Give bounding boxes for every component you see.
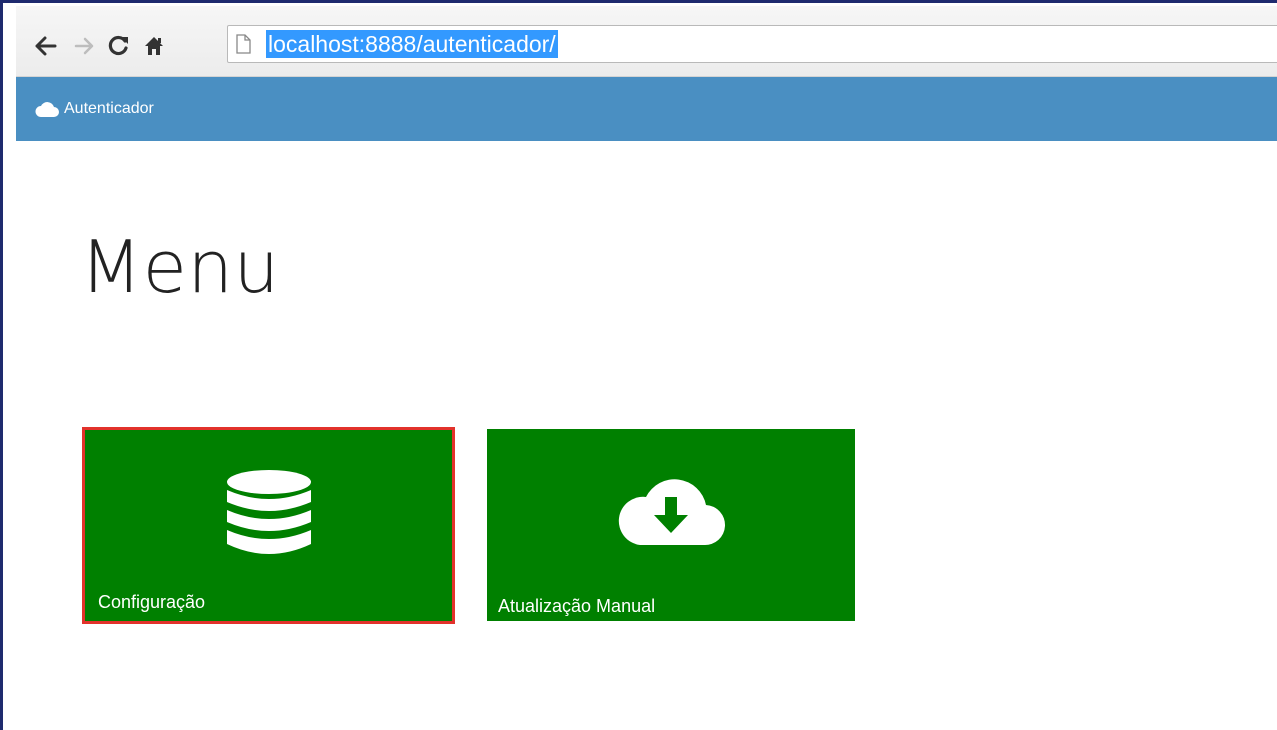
app-navbar: Autenticador: [16, 77, 1277, 141]
arrow-left-icon: [35, 36, 57, 56]
home-button[interactable]: [140, 32, 168, 60]
home-icon: [145, 37, 163, 55]
forward-button[interactable]: [70, 32, 98, 60]
reload-icon: [108, 35, 128, 56]
navbar-brand-label: Autenticador: [64, 100, 154, 117]
arrow-right-icon: [74, 37, 94, 55]
reload-button[interactable]: [105, 32, 133, 60]
navbar-brand[interactable]: Autenticador: [34, 77, 154, 141]
tile-label: Configuração: [98, 592, 206, 612]
cloud-icon: [35, 102, 59, 117]
url-text[interactable]: localhost:8888/autenticador/: [266, 30, 558, 58]
address-bar[interactable]: localhost:8888/autenticador/: [227, 25, 1277, 63]
browser-window: localhost:8888/autenticador/ Autenticado…: [0, 0, 1277, 730]
back-button[interactable]: [32, 32, 60, 60]
page-icon: [236, 34, 251, 54]
page-title: Menu: [80, 225, 280, 309]
cloud-download-icon: [618, 479, 726, 546]
tile-label: Atualização Manual: [498, 596, 656, 616]
atualizacao-manual-tile[interactable]: Atualização Manual: [487, 429, 855, 621]
configuracao-tile[interactable]: Configuração: [82, 427, 455, 624]
database-icon: [226, 470, 311, 554]
browser-toolbar: localhost:8888/autenticador/: [16, 6, 1277, 77]
